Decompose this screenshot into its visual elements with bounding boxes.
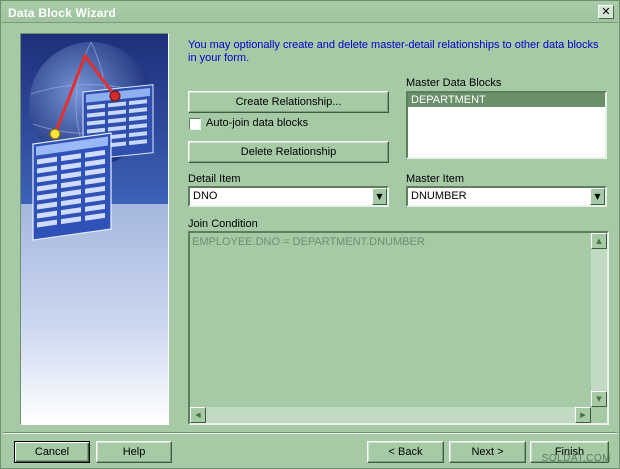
chevron-down-icon[interactable]: ▼ <box>372 188 387 205</box>
window-title: Data Block Wizard <box>8 6 116 20</box>
delete-relationship-button[interactable]: Delete Relationship <box>188 141 389 163</box>
vertical-scrollbar[interactable]: ▲ ▼ <box>591 233 607 407</box>
footer-divider <box>3 432 617 434</box>
scrollbar-corner <box>591 407 607 423</box>
arrow-right-icon[interactable]: ▶ <box>575 407 591 423</box>
next-button[interactable]: Next > <box>449 441 526 463</box>
back-button[interactable]: < Back <box>367 441 444 463</box>
auto-join-checkbox[interactable] <box>189 118 201 130</box>
master-item-select[interactable]: DNUMBER ▼ <box>406 186 607 207</box>
join-condition-textarea[interactable]: EMPLOYEE.DNO = DEPARTMENT.DNUMBER ▲ ▼ ◀ … <box>188 231 609 425</box>
detail-item-value: DNO <box>193 190 218 202</box>
arrow-down-icon[interactable]: ▼ <box>591 391 607 407</box>
detail-item-select[interactable]: DNO ▼ <box>188 186 389 207</box>
join-condition-value: EMPLOYEE.DNO = DEPARTMENT.DNUMBER <box>192 236 425 248</box>
master-item-label: Master Item <box>406 173 465 185</box>
detail-item-label: Detail Item <box>188 173 241 185</box>
join-condition-label: Join Condition <box>188 218 258 230</box>
intro-text: You may optionally create and delete mas… <box>188 39 599 64</box>
wizard-graphic <box>21 34 168 424</box>
cancel-button[interactable]: Cancel <box>14 441 90 463</box>
help-button[interactable]: Help <box>96 441 172 463</box>
master-data-blocks-list[interactable]: DEPARTMENT <box>406 91 607 159</box>
watermark: SQLDAT.COM <box>541 453 611 464</box>
auto-join-label[interactable]: Auto-join data blocks <box>206 117 308 129</box>
title-bar[interactable]: Data Block Wizard ✕ <box>2 2 618 23</box>
master-data-blocks-label: Master Data Blocks <box>406 77 502 89</box>
data-block-wizard-window: Data Block Wizard ✕ You may optionally c… <box>0 0 620 469</box>
close-icon: ✕ <box>601 5 611 18</box>
arrow-left-icon[interactable]: ◀ <box>190 407 206 423</box>
arrow-up-icon[interactable]: ▲ <box>591 233 607 249</box>
create-relationship-button[interactable]: Create Relationship... <box>188 91 389 113</box>
horizontal-scrollbar[interactable]: ◀ ▶ <box>190 407 591 423</box>
master-item-value: DNUMBER <box>411 190 467 202</box>
close-button[interactable]: ✕ <box>598 5 614 19</box>
list-item[interactable]: DEPARTMENT <box>408 93 605 107</box>
chevron-down-icon[interactable]: ▼ <box>590 188 605 205</box>
wizard-illustration <box>20 33 169 425</box>
